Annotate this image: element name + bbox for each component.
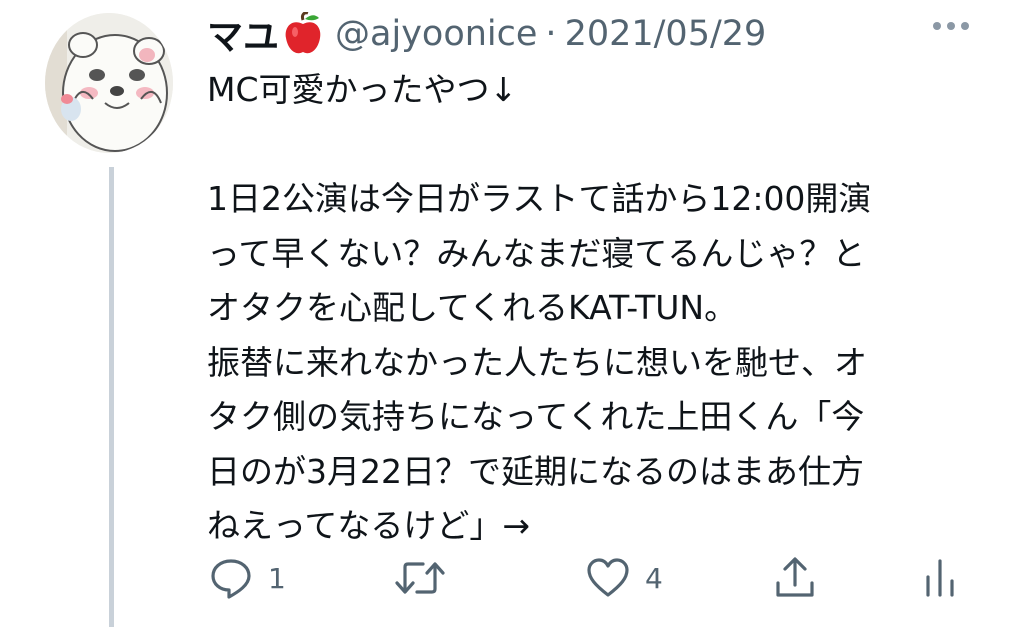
reply-button[interactable]: 1 [208,550,286,606]
analytics-button[interactable] [920,550,960,606]
share-button[interactable] [772,550,818,606]
tweet-text-line: って早くない？みんなまだ寝てるんじゃ？と [207,233,866,273]
avatar[interactable] [45,13,173,153]
more-icon[interactable] [933,22,969,30]
analytics-icon [920,555,960,601]
reply-count: 1 [268,561,286,595]
header-separator: · [545,14,557,54]
tweet-text-line [207,118,997,173]
author-name[interactable]: マユ [207,8,279,60]
tweet-header: マユ @ajyoonice · 2021/05/29 [207,10,766,58]
tweet-text-line: MC可愛かったやつ↓ [207,70,518,109]
like-count: 4 [645,561,663,595]
tweet-date[interactable]: 2021/05/29 [565,14,767,54]
tweet-text-line: タク側の気持ちになってくれた上田くん「今 [207,397,865,436]
tweet-text-line: 振替に来れなかった人たちに想いを馳せ、オ [207,342,867,382]
avatar-illustration [45,13,173,153]
retweet-button[interactable] [393,550,461,606]
heart-icon [585,555,631,601]
tweet-text-line: ねえってなるけど」→ [207,506,531,545]
tweet-actions: 1 4 [0,550,1024,606]
tweet-text-line: 日のが3月22日？で延期になるのはまあ仕方 [207,451,864,491]
tweet-text-line: オタクを心配してくれるKAT-TUN。 [207,288,738,327]
author-handle[interactable]: @ajyoonice [335,14,537,54]
tweet-text: MC可愛かったやつ↓ 1日2公演は今日がラストて話から12:00開演 って早くな… [207,63,997,554]
share-icon [772,555,818,601]
retweet-icon [393,555,447,601]
reply-icon [208,555,254,601]
apple-icon [283,12,323,56]
tweet-text-line: 1日2公演は今日がラストて話から12:00開演 [207,179,872,218]
like-button[interactable]: 4 [585,550,663,606]
